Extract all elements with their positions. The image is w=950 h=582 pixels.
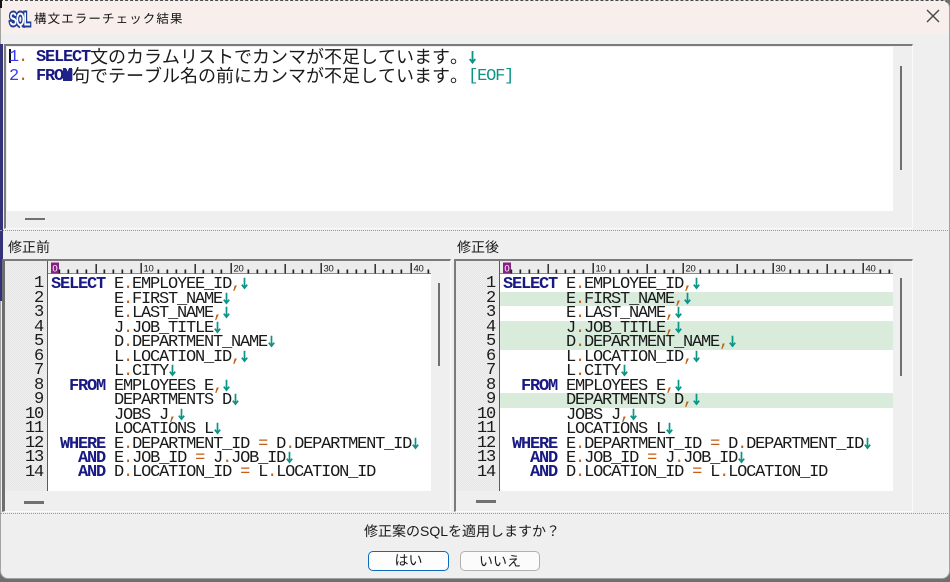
- svg-text:30: 30: [324, 263, 334, 274]
- svg-text:20: 20: [686, 263, 696, 274]
- svg-text:40: 40: [866, 263, 876, 274]
- svg-text:SQL: SQL: [10, 10, 31, 28]
- svg-text:30: 30: [776, 263, 786, 274]
- svg-text:0: 0: [52, 263, 57, 274]
- svg-text:10: 10: [596, 263, 606, 274]
- svg-text:40: 40: [414, 263, 424, 274]
- svg-text:0: 0: [504, 263, 509, 274]
- svg-text:10: 10: [144, 263, 154, 274]
- svg-text:20: 20: [234, 263, 244, 274]
